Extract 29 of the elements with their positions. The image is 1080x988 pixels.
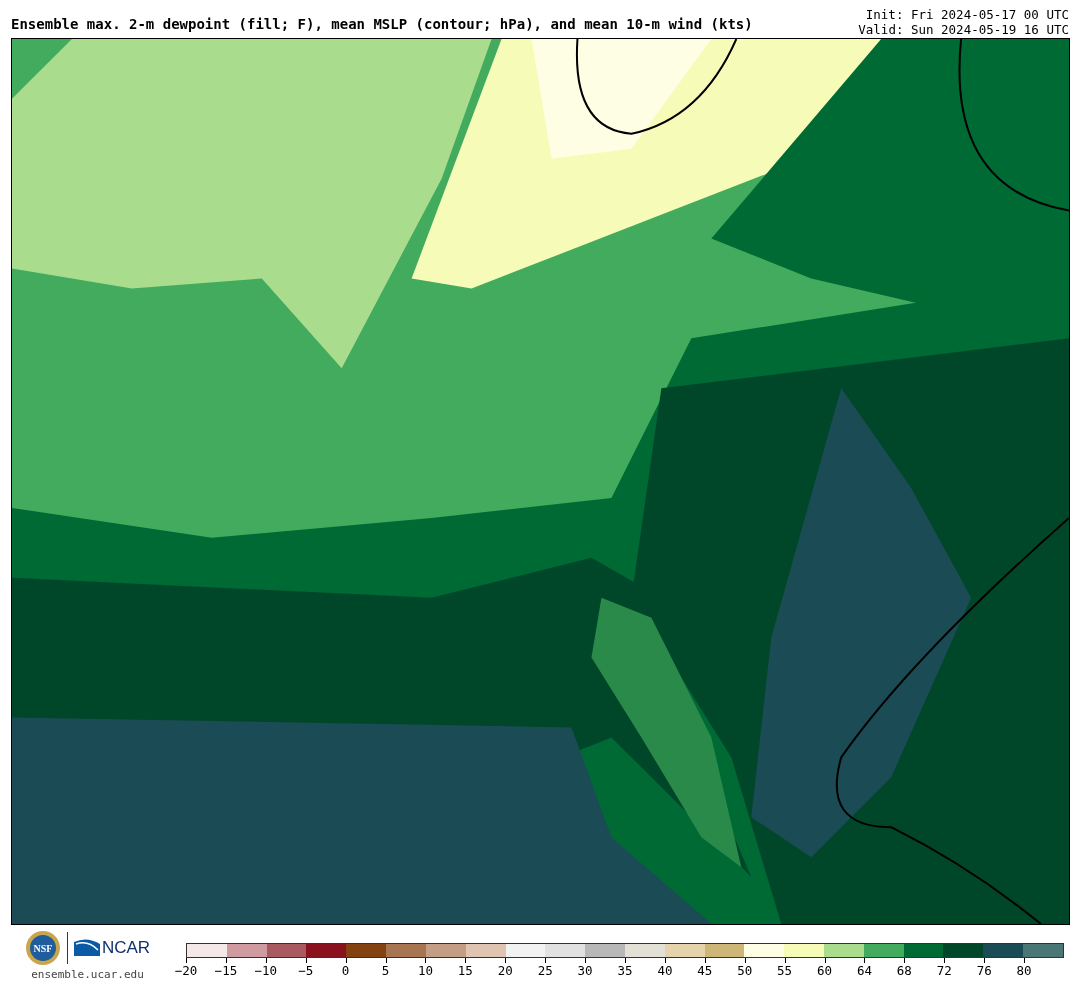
scale-tick-label: 35	[617, 963, 633, 978]
scale-tick-label: −5	[298, 963, 314, 978]
swoosh-icon	[73, 938, 100, 958]
scale-tick-label: 20	[497, 963, 513, 978]
scale-tick-label: 80	[1016, 963, 1032, 978]
scale-tick-label: 40	[657, 963, 673, 978]
ncar-logo-text: NCAR	[101, 938, 151, 958]
scale-tick-label: 68	[896, 963, 912, 978]
scale-tick-label: 72	[936, 963, 952, 978]
scale-tick-label: 60	[817, 963, 833, 978]
init-time: Init: Fri 2024-05-17 00 UTC	[864, 7, 1069, 22]
scale-tick-label: 30	[577, 963, 593, 978]
scale-tick-label: 64	[856, 963, 872, 978]
scale-tick-label: −10	[254, 963, 278, 978]
scale-tick-label: −15	[214, 963, 238, 978]
scale-tick-label: 0	[341, 963, 350, 978]
scale-tick-label: 45	[697, 963, 713, 978]
scale-tick-label: 5	[381, 963, 390, 978]
scale-tick-label: −20	[174, 963, 198, 978]
scale-tick-label: 25	[537, 963, 553, 978]
chart-title: Ensemble max. 2-m dewpoint (fill; F), mean MSLP (contour; hPa), and mean 10-m wind (kts)	[11, 16, 753, 34]
scale-tick-label: 15	[457, 963, 473, 978]
scale-tick-label: 10	[417, 963, 433, 978]
site-address: ensemble.ucar.edu	[31, 968, 144, 981]
scale-tick-label: 55	[777, 963, 793, 978]
scale-tick-label: 76	[976, 963, 992, 978]
nsf-logo: NSF	[24, 930, 61, 966]
valid-time: Valid: Sun 2024-05-19 16 UTC	[858, 22, 1069, 37]
scale-tick-label: 50	[737, 963, 753, 978]
